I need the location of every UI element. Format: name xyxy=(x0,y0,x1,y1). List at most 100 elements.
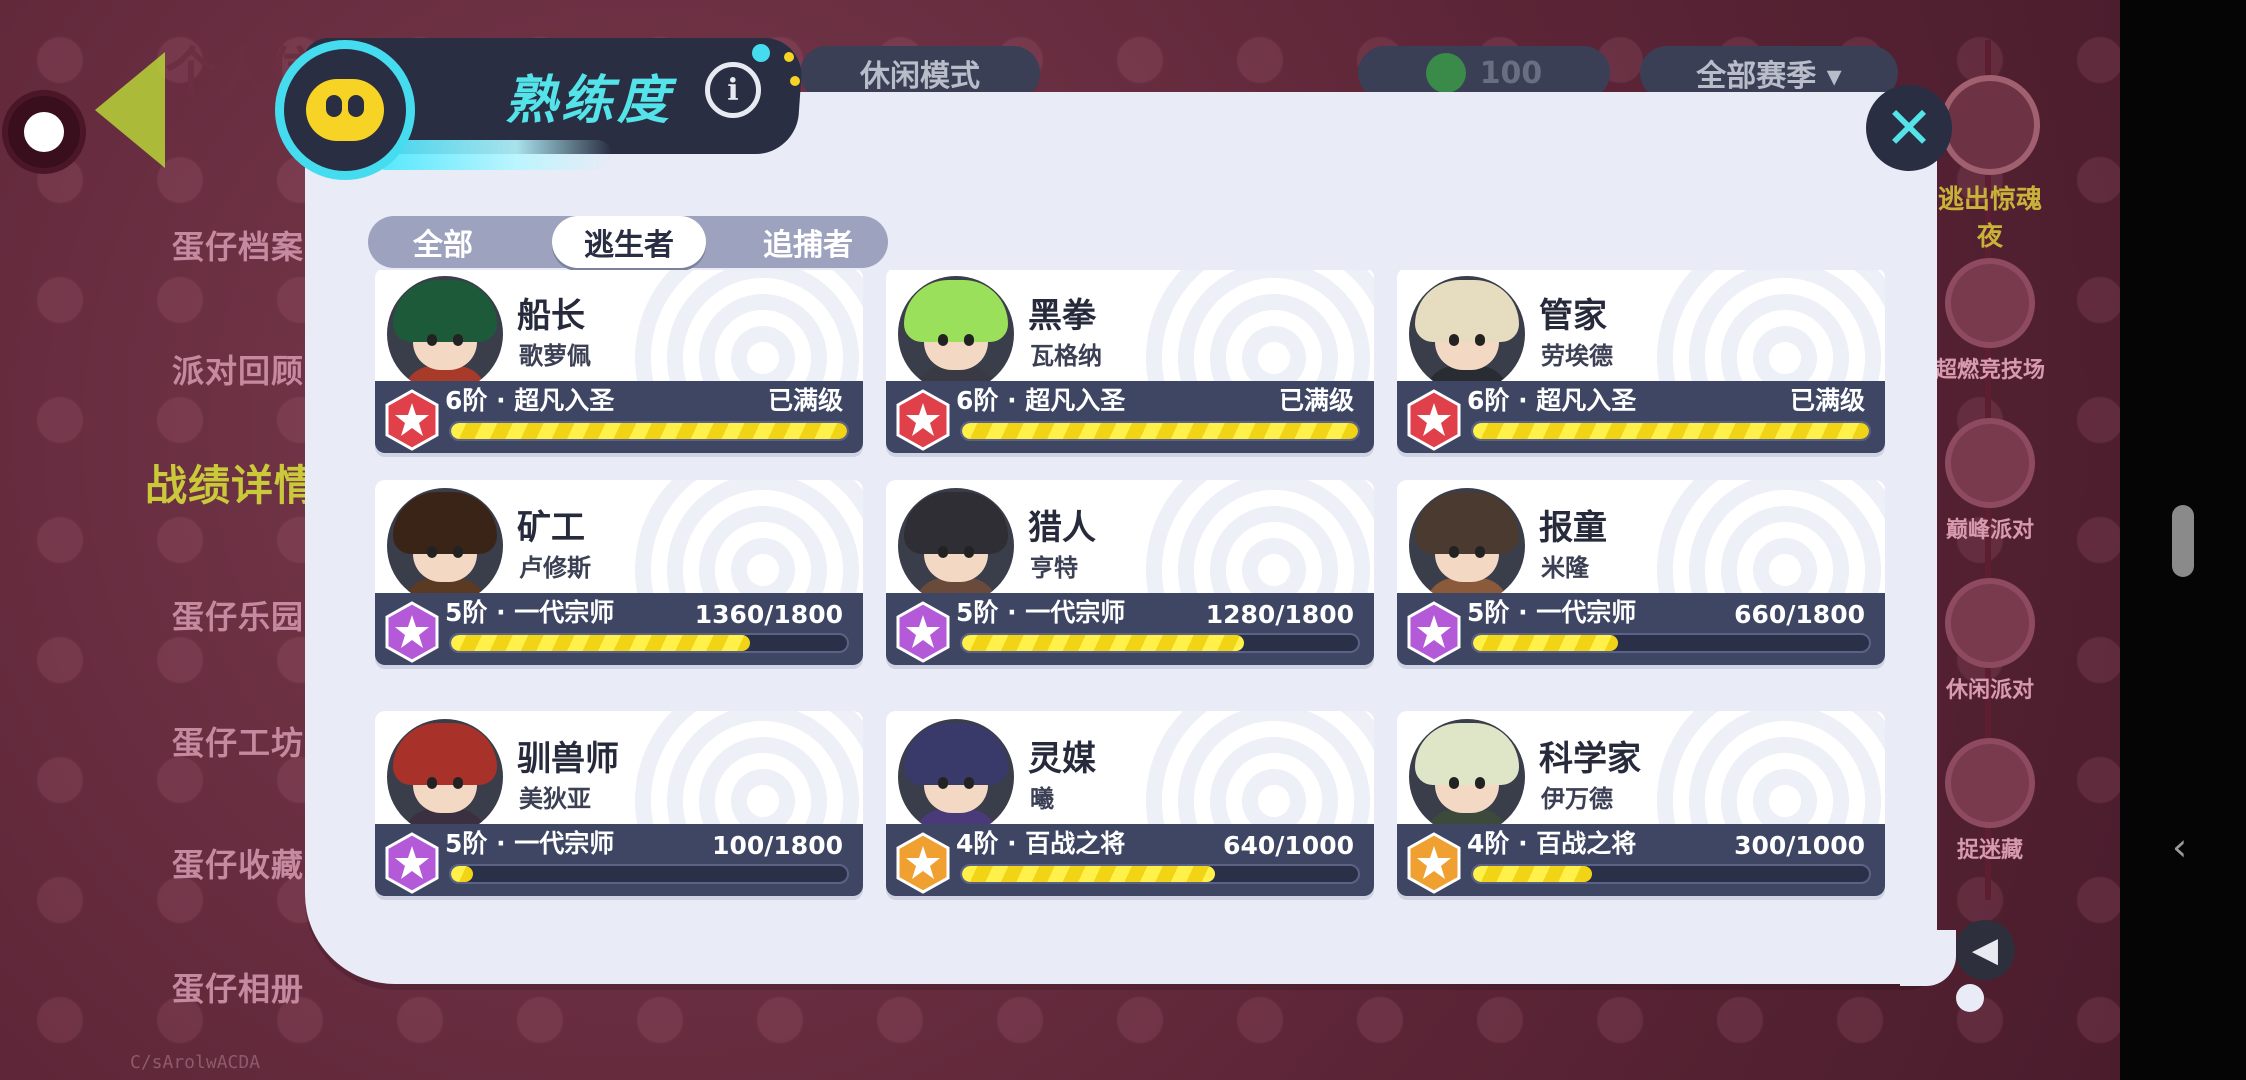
rank-label: 4阶 · 百战之将 xyxy=(956,829,1126,858)
casual-party-icon xyxy=(1945,578,2035,668)
progress-text: 660/1800 xyxy=(1734,600,1865,629)
rank-star-icon xyxy=(896,389,950,451)
progress-fill xyxy=(451,423,847,439)
chevron-left-icon[interactable]: ‹ xyxy=(2172,825,2187,869)
character-name: 灵媒 xyxy=(1028,739,1096,779)
progress-fill xyxy=(451,866,474,882)
character-card[interactable]: 猎人 亨特 5阶 · 一代宗师 1280/1800 xyxy=(886,480,1374,665)
tab-survivor[interactable]: 逃生者 xyxy=(552,216,706,268)
progress-fill xyxy=(451,635,751,651)
right-item-peak-party[interactable]: 巅峰派对 xyxy=(1935,418,2045,544)
close-icon: ✕ xyxy=(1884,94,1934,162)
menu-item-profile[interactable]: 蛋仔档案 xyxy=(172,222,304,268)
proficiency-bar-area: 5阶 · 一代宗师 1280/1800 xyxy=(886,593,1374,665)
proficiency-bar-area: 4阶 · 百战之将 300/1000 xyxy=(1397,824,1885,896)
character-avatar xyxy=(1409,488,1525,604)
decor-dot xyxy=(784,52,794,62)
menu-item-review[interactable]: 派对回顾 xyxy=(172,346,304,392)
rank-star-icon xyxy=(1407,389,1461,451)
tab-hunter[interactable]: 追捕者 xyxy=(728,216,888,268)
rank-label: 5阶 · 一代宗师 xyxy=(445,829,615,858)
close-button[interactable]: ✕ xyxy=(1866,85,1952,171)
progress-fill xyxy=(962,866,1216,882)
rank-star-icon xyxy=(896,601,950,663)
character-subname: 劳埃德 xyxy=(1541,342,1613,370)
progress-track xyxy=(449,421,849,441)
progress-fill xyxy=(1473,635,1619,651)
character-subname: 伊万德 xyxy=(1541,785,1613,813)
progress-track xyxy=(1471,864,1871,884)
progress-track xyxy=(960,421,1360,441)
progress-text: 已满级 xyxy=(1789,386,1865,415)
collapse-arrow-button[interactable]: ◀ xyxy=(1955,920,2015,980)
progress-text: 已满级 xyxy=(767,386,843,415)
right-item-hide-seek[interactable]: 捉迷藏 xyxy=(1935,738,2045,864)
character-avatar xyxy=(387,719,503,835)
character-card[interactable]: 管家 劳埃德 6阶 · 超凡入圣 已满级 xyxy=(1397,270,1885,453)
character-name: 驯兽师 xyxy=(517,739,619,779)
decor-dot xyxy=(790,76,800,86)
rank-label: 6阶 · 超凡入圣 xyxy=(956,386,1126,415)
info-icon[interactable]: i xyxy=(705,62,761,118)
progress-fill xyxy=(962,423,1358,439)
right-item-haunted-night[interactable]: 逃出惊魂夜 xyxy=(1930,75,2050,253)
thumbs-up-icon xyxy=(1425,53,1466,93)
progress-text: 1360/1800 xyxy=(694,600,843,629)
progress-fill xyxy=(1473,423,1869,439)
progress-text: 已满级 xyxy=(1278,386,1354,415)
progress-fill xyxy=(962,635,1244,651)
proficiency-bar-area: 5阶 · 一代宗师 660/1800 xyxy=(1397,593,1885,665)
menu-item-records[interactable]: 战绩详情 xyxy=(145,452,317,513)
watermark-text: C/sArolwACDA xyxy=(130,1052,261,1073)
rank-label: 6阶 · 超凡入圣 xyxy=(1467,386,1637,415)
proficiency-badge-icon xyxy=(275,40,415,180)
header-glow xyxy=(372,140,612,170)
arena-icon xyxy=(1945,258,2035,348)
character-card[interactable]: 灵媒 曦 4阶 · 百战之将 640/1000 xyxy=(886,711,1374,896)
category-tabs: 全部 逃生者 追捕者 xyxy=(368,216,888,268)
decor-dot xyxy=(752,44,770,62)
character-card[interactable]: 黑拳 瓦格纳 6阶 · 超凡入圣 已满级 xyxy=(886,270,1374,453)
rank-label: 6阶 · 超凡入圣 xyxy=(445,386,615,415)
menu-item-collection[interactable]: 蛋仔收藏 xyxy=(172,840,304,886)
character-card[interactable]: 报童 米隆 5阶 · 一代宗师 660/1800 xyxy=(1397,480,1885,665)
progress-track xyxy=(1471,633,1871,653)
character-card[interactable]: 矿工 卢修斯 5阶 · 一代宗师 1360/1800 xyxy=(375,480,863,665)
menu-item-workshop[interactable]: 蛋仔工坊 xyxy=(172,718,304,764)
character-name: 猎人 xyxy=(1028,508,1096,548)
progress-track xyxy=(1471,421,1871,441)
character-avatar xyxy=(387,276,503,392)
character-name: 船长 xyxy=(517,296,585,336)
character-avatar xyxy=(898,719,1014,835)
haunted-night-icon xyxy=(1940,75,2040,175)
rank-star-icon xyxy=(896,832,950,894)
modal-tail-dot xyxy=(1956,984,1984,1012)
character-card[interactable]: 科学家 伊万德 4阶 · 百战之将 300/1000 xyxy=(1397,711,1885,896)
right-item-casual-party[interactable]: 休闲派对 xyxy=(1935,578,2045,704)
character-name: 科学家 xyxy=(1539,739,1641,779)
character-subname: 卢修斯 xyxy=(519,554,591,582)
rank-star-icon xyxy=(385,601,439,663)
character-card[interactable]: 驯兽师 美狄亚 5阶 · 一代宗师 100/1800 xyxy=(375,711,863,896)
progress-text: 1280/1800 xyxy=(1205,600,1354,629)
character-subname: 曦 xyxy=(1030,785,1054,813)
character-grid[interactable]: 船长 歌萝佩 6阶 · 超凡入圣 已满级 黑拳 瓦格纳 6阶 · 超凡入圣 已满… xyxy=(375,270,1890,920)
rank-star-icon xyxy=(385,389,439,451)
menu-item-park[interactable]: 蛋仔乐园 xyxy=(172,592,304,638)
proficiency-bar-area: 6阶 · 超凡入圣 已满级 xyxy=(886,381,1374,453)
proficiency-bar-area: 5阶 · 一代宗师 100/1800 xyxy=(375,824,863,896)
back-arrow-icon[interactable] xyxy=(95,52,165,168)
rank-star-icon xyxy=(1407,832,1461,894)
tab-all[interactable]: 全部 xyxy=(368,216,518,268)
side-handle[interactable] xyxy=(2172,505,2194,577)
character-card[interactable]: 船长 歌萝佩 6阶 · 超凡入圣 已满级 xyxy=(375,270,863,453)
progress-track xyxy=(449,633,849,653)
rank-label: 5阶 · 一代宗师 xyxy=(956,598,1126,627)
character-subname: 米隆 xyxy=(1541,554,1589,582)
floating-assist-button[interactable] xyxy=(2,90,86,174)
right-item-arena[interactable]: 超燃竞技场 xyxy=(1935,258,2045,384)
proficiency-bar-area: 6阶 · 超凡入圣 已满级 xyxy=(1397,381,1885,453)
character-name: 管家 xyxy=(1539,296,1607,336)
hide-seek-icon xyxy=(1945,738,2035,828)
menu-item-album[interactable]: 蛋仔相册 xyxy=(172,964,304,1010)
